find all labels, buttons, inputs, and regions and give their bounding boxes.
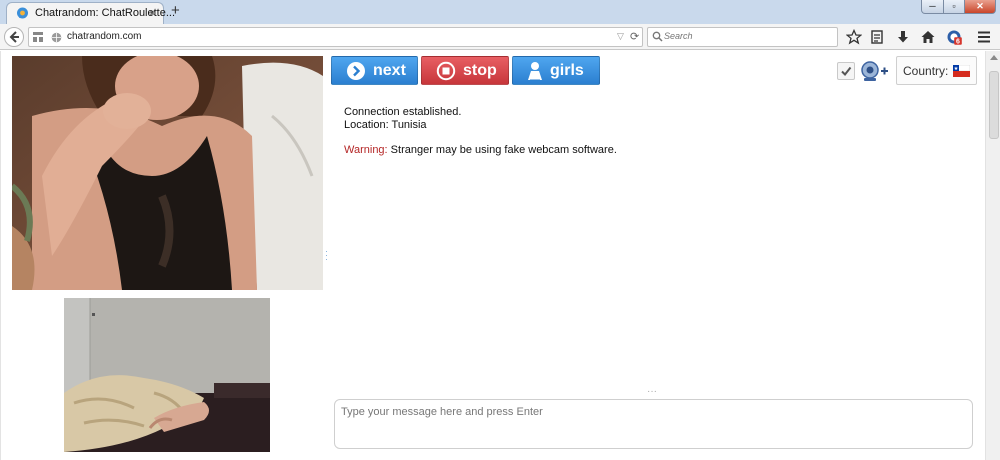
download-arrow-icon[interactable] — [895, 29, 911, 45]
warning-message: Warning: Stranger may be using fake webc… — [344, 144, 974, 157]
speech-bubble-favicon-icon — [17, 7, 28, 19]
horizontal-resize-handle[interactable]: ··· — [647, 386, 657, 397]
browser-titlebar: Chatrandom: ChatRoulette... × + ─ ▫ ✕ — [0, 0, 1000, 24]
bookmark-star-icon[interactable] — [846, 29, 862, 45]
checkmark-icon — [841, 66, 852, 77]
stop-square-icon — [436, 61, 456, 81]
scroll-up-arrow-icon[interactable] — [990, 55, 998, 60]
warning-prefix: Warning: — [344, 144, 388, 156]
window-minimize-button[interactable]: ─ — [921, 0, 944, 14]
chile-flag-icon — [953, 64, 971, 77]
add-webcam-icon[interactable] — [859, 60, 889, 82]
page-scrollbar[interactable] — [985, 51, 1000, 460]
message-input[interactable] — [334, 399, 973, 449]
stop-button[interactable]: stop — [421, 56, 509, 85]
scrollbar-thumb[interactable] — [989, 71, 999, 139]
warning-text: Stranger may be using fake webcam softwa… — [390, 144, 617, 156]
addon-icon[interactable]: 6 — [946, 29, 962, 45]
next-button[interactable]: next — [331, 56, 418, 85]
reader-grid-icon — [33, 32, 43, 42]
verify-checkmark-button[interactable] — [837, 62, 855, 80]
search-bar[interactable] — [647, 27, 838, 47]
self-webcam-video — [64, 298, 270, 452]
menu-icon[interactable] — [976, 29, 992, 45]
country-selector[interactable]: Country: — [896, 56, 977, 85]
reload-icon[interactable]: ⟳ — [630, 30, 639, 43]
window-controls: ─ ▫ ✕ — [921, 0, 996, 14]
browser-tab[interactable]: Chatrandom: ChatRoulette... × — [6, 2, 175, 24]
next-button-label: next — [373, 61, 406, 79]
window-close-button[interactable]: ✕ — [964, 0, 996, 14]
new-tab-button[interactable]: + — [171, 2, 180, 19]
stranger-location: Location: Tunisia — [344, 119, 427, 131]
search-input[interactable] — [664, 31, 834, 41]
stranger-webcam-video — [12, 56, 323, 290]
vertical-resize-handle[interactable]: · · · — [325, 247, 328, 264]
girls-button-label: girls — [550, 61, 584, 79]
girl-user-icon — [527, 61, 543, 81]
next-arrow-icon — [346, 61, 366, 81]
search-icon — [652, 31, 663, 42]
stop-button-label: stop — [463, 61, 497, 79]
url-history-dropdown-icon[interactable]: ▽ — [617, 31, 624, 42]
chat-log: Connection established. Location: Tunisi… — [344, 106, 974, 157]
girls-button[interactable]: girls — [512, 56, 600, 85]
reading-list-icon[interactable] — [869, 29, 885, 45]
home-icon[interactable] — [920, 29, 936, 45]
chatrandom-page: · · · next stop girls Country: Connectio… — [0, 51, 1000, 460]
addon-badge: 6 — [956, 39, 960, 45]
browser-navbar: chatrandom.com ▽ ⟳ 6 — [0, 24, 1000, 50]
tab-close-icon[interactable]: × — [149, 6, 156, 20]
window-maximize-button[interactable]: ▫ — [943, 0, 965, 14]
stranger-video-frame — [12, 56, 323, 290]
url-bar[interactable]: chatrandom.com ▽ ⟳ — [28, 27, 643, 47]
back-button[interactable] — [4, 27, 24, 47]
back-arrow-icon — [9, 31, 19, 43]
globe-icon — [51, 32, 62, 43]
url-text[interactable]: chatrandom.com — [67, 31, 141, 42]
country-label: Country: — [903, 63, 949, 78]
self-video-frame — [64, 298, 270, 452]
connection-status: Connection established. — [344, 106, 462, 118]
